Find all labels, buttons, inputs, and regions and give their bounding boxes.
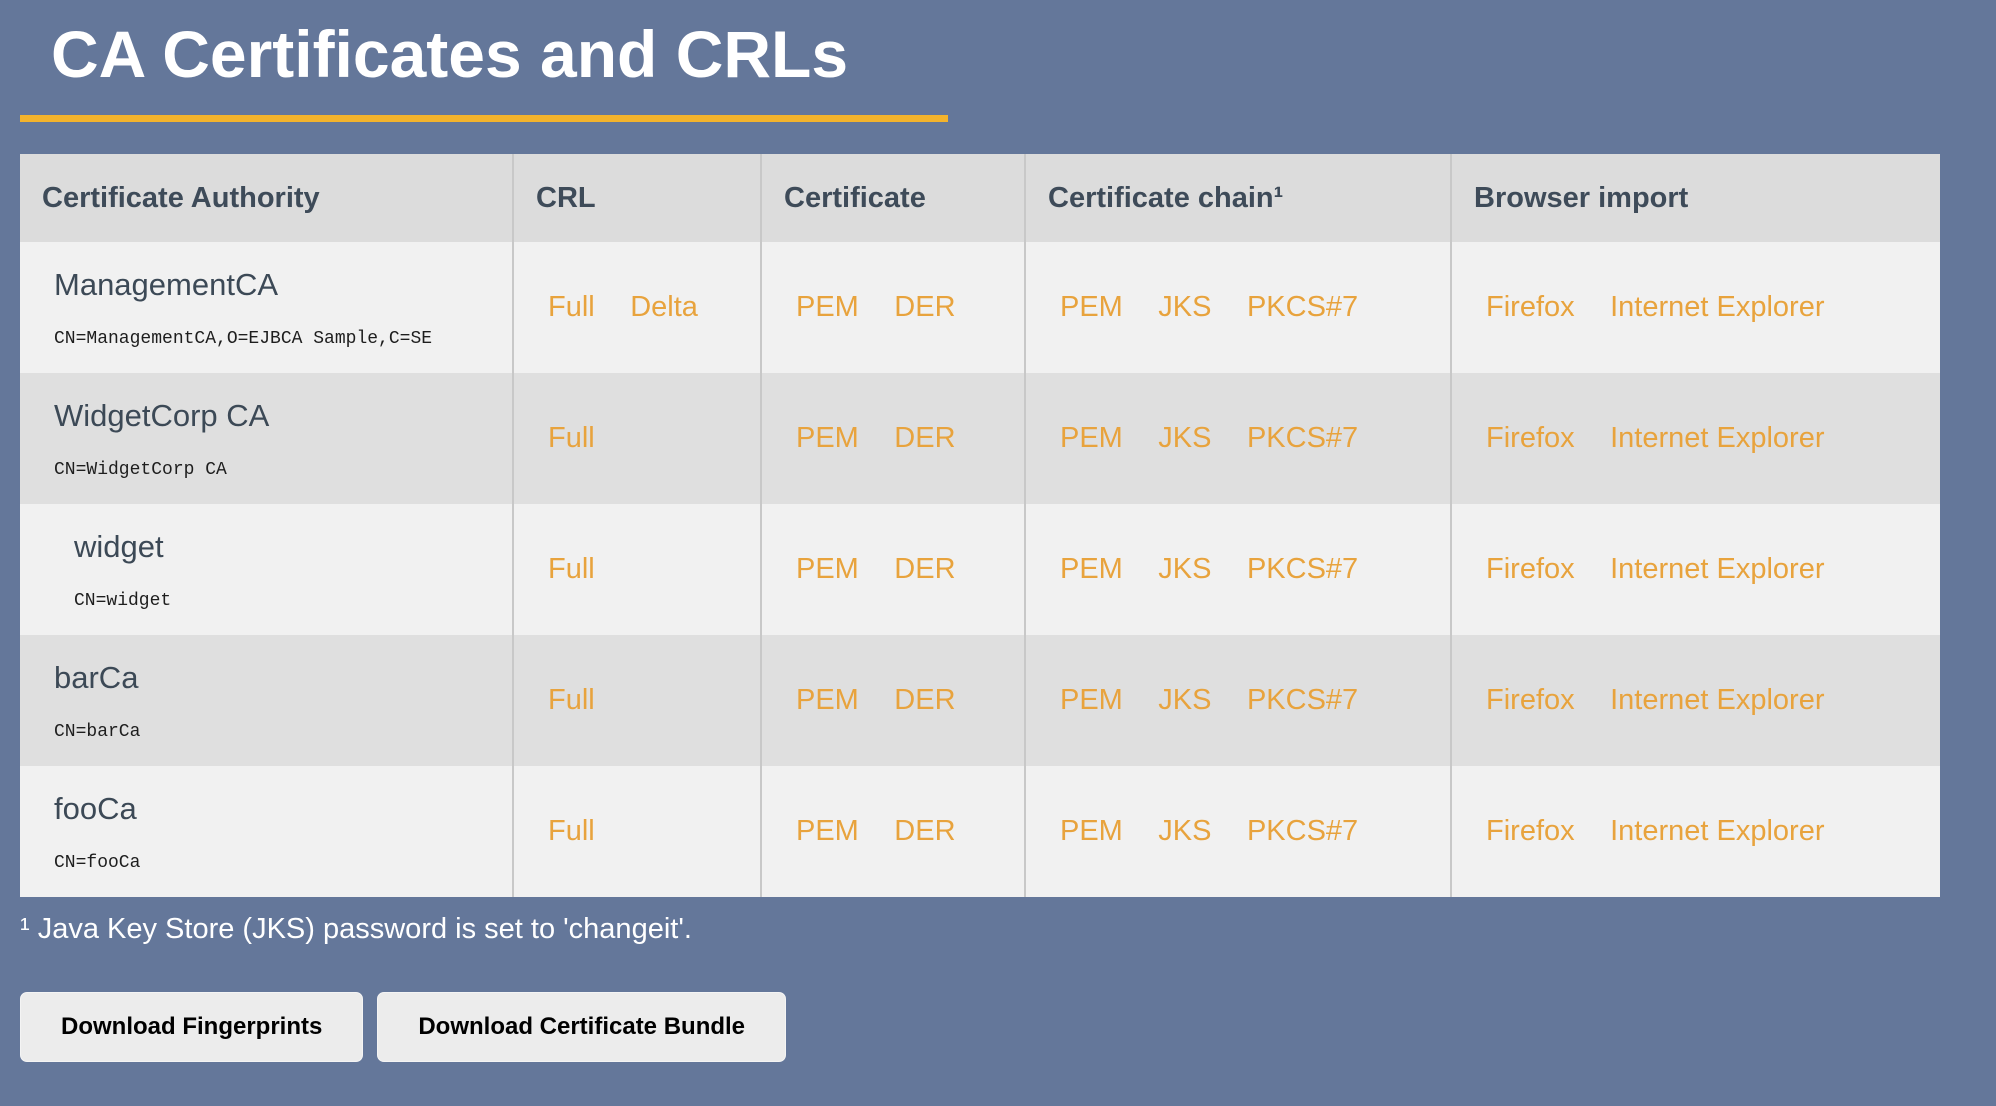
chain-pem-link[interactable]: PEM xyxy=(1060,422,1123,454)
ca-dn: CN=WidgetCorp CA xyxy=(54,460,512,480)
chain-jks-link[interactable]: JKS xyxy=(1158,291,1211,323)
ca-row-barca: barCa CN=barCa Full PEM DER PEM JKS PKCS… xyxy=(20,635,1940,766)
chain-pem-link[interactable]: PEM xyxy=(1060,684,1123,716)
certificate-der-link[interactable]: DER xyxy=(894,553,955,585)
certificate-pem-link[interactable]: PEM xyxy=(796,684,859,716)
chain-pkcs7-link[interactable]: PKCS#7 xyxy=(1247,422,1358,454)
browser-import-firefox-link[interactable]: Firefox xyxy=(1486,684,1575,716)
ca-name: barCa xyxy=(54,660,512,696)
certificate-pem-link[interactable]: PEM xyxy=(796,553,859,585)
crl-full-link[interactable]: Full xyxy=(548,291,595,323)
crl-full-link[interactable]: Full xyxy=(548,815,595,847)
column-header-certificate-authority: Certificate Authority xyxy=(20,154,513,242)
chain-pkcs7-link[interactable]: PKCS#7 xyxy=(1247,815,1358,847)
certificate-pem-link[interactable]: PEM xyxy=(796,422,859,454)
browser-import-internet-explorer-link[interactable]: Internet Explorer xyxy=(1610,684,1824,716)
certificate-der-link[interactable]: DER xyxy=(894,815,955,847)
ca-row-managementca: ManagementCA CN=ManagementCA,O=EJBCA Sam… xyxy=(20,242,1940,373)
page-title: CA Certificates and CRLs xyxy=(20,0,1976,87)
ca-name: fooCa xyxy=(54,791,512,827)
browser-import-firefox-link[interactable]: Firefox xyxy=(1486,815,1575,847)
ca-table: Certificate Authority CRL Certificate Ce… xyxy=(20,154,1940,897)
browser-import-internet-explorer-link[interactable]: Internet Explorer xyxy=(1610,422,1824,454)
ca-info: WidgetCorp CA CN=WidgetCorp CA xyxy=(54,398,512,480)
jks-password-footnote: ¹ Java Key Store (JKS) password is set t… xyxy=(20,913,1976,946)
ca-dn: CN=fooCa xyxy=(54,853,512,873)
ca-info: fooCa CN=fooCa xyxy=(54,791,512,873)
chain-jks-link[interactable]: JKS xyxy=(1158,684,1211,716)
certificate-der-link[interactable]: DER xyxy=(894,291,955,323)
ca-row-fooca: fooCa CN=fooCa Full PEM DER PEM JKS PKCS… xyxy=(20,766,1940,897)
column-header-browser-import: Browser import xyxy=(1451,154,1940,242)
crl-full-link[interactable]: Full xyxy=(548,553,595,585)
crl-full-link[interactable]: Full xyxy=(548,422,595,454)
certificate-pem-link[interactable]: PEM xyxy=(796,291,859,323)
browser-import-firefox-link[interactable]: Firefox xyxy=(1486,291,1575,323)
chain-pkcs7-link[interactable]: PKCS#7 xyxy=(1247,684,1358,716)
chain-pem-link[interactable]: PEM xyxy=(1060,815,1123,847)
certificate-der-link[interactable]: DER xyxy=(894,684,955,716)
ca-certificates-page: CA Certificates and CRLs Certificate Aut… xyxy=(0,0,1996,1062)
certificate-der-link[interactable]: DER xyxy=(894,422,955,454)
ca-name: WidgetCorp CA xyxy=(54,398,512,434)
chain-pkcs7-link[interactable]: PKCS#7 xyxy=(1247,553,1358,585)
column-header-certificate: Certificate xyxy=(761,154,1025,242)
ca-name: ManagementCA xyxy=(54,267,512,303)
ca-row-widgetcorp-ca: WidgetCorp CA CN=WidgetCorp CA Full PEM … xyxy=(20,373,1940,504)
crl-delta-link[interactable]: Delta xyxy=(630,291,698,323)
ca-dn: CN=barCa xyxy=(54,722,512,742)
ca-info-sub-ca: widget CN=widget xyxy=(54,529,512,611)
ca-info: barCa CN=barCa xyxy=(54,660,512,742)
certificate-pem-link[interactable]: PEM xyxy=(796,815,859,847)
browser-import-firefox-link[interactable]: Firefox xyxy=(1486,553,1575,585)
download-certificate-bundle-button[interactable]: Download Certificate Bundle xyxy=(377,992,786,1062)
chain-jks-link[interactable]: JKS xyxy=(1158,422,1211,454)
download-fingerprints-button[interactable]: Download Fingerprints xyxy=(20,992,363,1062)
browser-import-internet-explorer-link[interactable]: Internet Explorer xyxy=(1610,815,1824,847)
column-header-crl: CRL xyxy=(513,154,761,242)
action-buttons: Download Fingerprints Download Certifica… xyxy=(20,992,1976,1062)
ca-info: ManagementCA CN=ManagementCA,O=EJBCA Sam… xyxy=(54,267,512,349)
ca-row-widget: widget CN=widget Full PEM DER PEM JKS PK… xyxy=(20,504,1940,635)
ca-dn: CN=widget xyxy=(74,591,512,611)
browser-import-internet-explorer-link[interactable]: Internet Explorer xyxy=(1610,291,1824,323)
ca-dn: CN=ManagementCA,O=EJBCA Sample,C=SE xyxy=(54,329,512,349)
chain-pem-link[interactable]: PEM xyxy=(1060,291,1123,323)
browser-import-firefox-link[interactable]: Firefox xyxy=(1486,422,1575,454)
column-header-certificate-chain: Certificate chain¹ xyxy=(1025,154,1451,242)
chain-jks-link[interactable]: JKS xyxy=(1158,553,1211,585)
ca-name: widget xyxy=(74,529,512,565)
chain-pkcs7-link[interactable]: PKCS#7 xyxy=(1247,291,1358,323)
table-header-row: Certificate Authority CRL Certificate Ce… xyxy=(20,154,1940,242)
title-underline xyxy=(20,115,948,122)
browser-import-internet-explorer-link[interactable]: Internet Explorer xyxy=(1610,553,1824,585)
chain-jks-link[interactable]: JKS xyxy=(1158,815,1211,847)
chain-pem-link[interactable]: PEM xyxy=(1060,553,1123,585)
crl-full-link[interactable]: Full xyxy=(548,684,595,716)
